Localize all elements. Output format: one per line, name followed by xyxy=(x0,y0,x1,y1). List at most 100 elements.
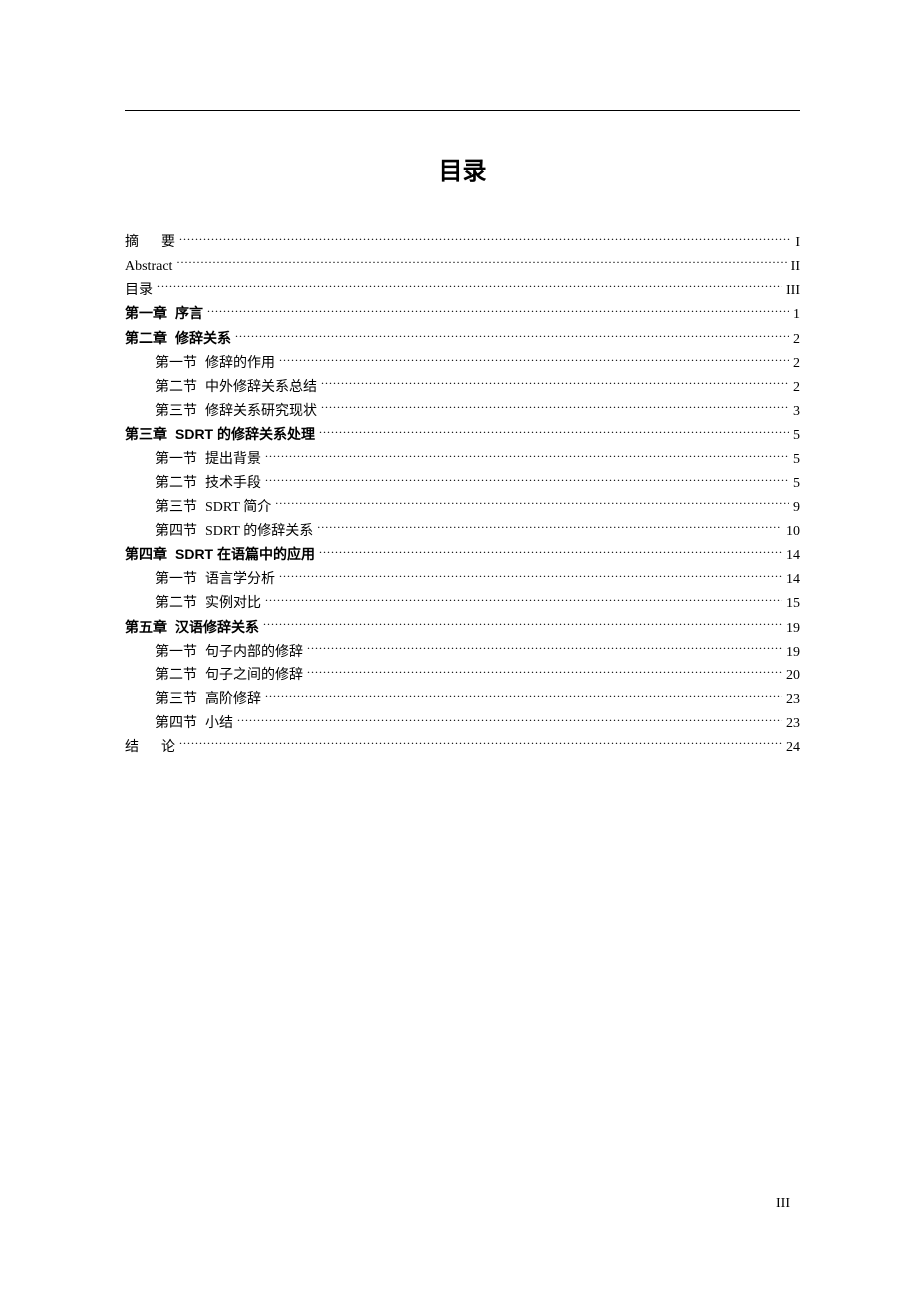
toc-entry: 第二节句子之间的修辞 20 xyxy=(125,664,800,688)
toc-entry-text: 论 xyxy=(161,736,175,760)
toc-entry-label: 第二章 xyxy=(125,327,167,351)
toc-leader-dots xyxy=(263,618,782,632)
toc-entry-page: 2 xyxy=(793,376,800,400)
toc-entry-label: 第一节 xyxy=(155,641,197,665)
toc-leader-dots xyxy=(307,642,782,656)
toc-entry-page: 23 xyxy=(786,712,800,736)
toc-leader-dots xyxy=(321,401,789,415)
toc-entry-page: 2 xyxy=(793,352,800,376)
toc-entry: 第四节SDRT 的修辞关系10 xyxy=(125,520,800,544)
toc-entry-label: 第四章 xyxy=(125,543,167,567)
toc-entry-label: 第二节 xyxy=(155,472,197,496)
toc-entry-text: 高阶修辞 xyxy=(205,688,261,712)
toc-entry-text: 序言 xyxy=(175,302,203,326)
toc-entry-text: 小结 xyxy=(205,712,233,736)
toc-entry-label: 第一节 xyxy=(155,568,197,592)
toc-leader-dots xyxy=(265,689,782,703)
document-page: 目录 摘要IAbstractII目录III第一章序言1第二章修辞关系2第一节修辞… xyxy=(0,0,920,820)
toc-entry-text: SDRT 简介 xyxy=(205,496,271,520)
toc-entry-text: 修辞的作用 xyxy=(205,352,275,376)
toc-entry-text: 中外修辞关系总结 xyxy=(205,376,317,400)
toc-leader-dots xyxy=(265,473,789,487)
toc-entry-page: 19 xyxy=(786,617,800,641)
toc-leader-dots xyxy=(237,713,782,727)
toc-entry: 第一章序言1 xyxy=(125,302,800,327)
toc-entry-page: 5 xyxy=(793,472,800,496)
toc-entry-label: 摘 xyxy=(125,231,153,255)
toc-entry-text: 句子内部的修辞 xyxy=(205,641,303,665)
toc-leader-dots xyxy=(317,521,782,535)
toc-entry-page: 20 xyxy=(786,664,800,688)
toc-entry-text: SDRT 的修辞关系 xyxy=(205,520,313,544)
toc-entry-label: 第二节 xyxy=(155,664,197,688)
toc-entry-text: 实例对比 xyxy=(205,592,261,616)
toc-leader-dots xyxy=(265,449,789,463)
toc-entry-label: 第三章 xyxy=(125,423,167,447)
toc-entry-page: 5 xyxy=(793,448,800,472)
toc-leader-dots xyxy=(179,232,791,246)
toc-entry-page: I xyxy=(795,231,800,255)
toc-leader-dots xyxy=(319,545,782,559)
toc-entry: 第二节中外修辞关系总结2 xyxy=(125,376,800,400)
toc-entry-page: 24 xyxy=(786,736,800,760)
toc-leader-dots xyxy=(275,497,789,511)
toc-entry-text: SDRT 的修辞关系处理 xyxy=(175,423,315,447)
toc-entry-text: 修辞关系 xyxy=(175,327,231,351)
toc-leader-dots xyxy=(321,377,789,391)
toc-entry-page: 1 xyxy=(793,303,800,327)
toc-entry: 摘要I xyxy=(125,231,800,255)
toc-entry-page: 10 xyxy=(786,520,800,544)
toc-entry: 第四节小结 23 xyxy=(125,712,800,736)
toc-entry-label: 第三节 xyxy=(155,496,197,520)
toc-entry-label: 第一节 xyxy=(155,448,197,472)
toc-entry: 第二节实例对比 15 xyxy=(125,592,800,616)
toc-entry-text: 修辞关系研究现状 xyxy=(205,400,317,424)
toc-leader-dots xyxy=(157,280,782,294)
toc-entry-text: 句子之间的修辞 xyxy=(205,664,303,688)
toc-entry-page: 3 xyxy=(793,400,800,424)
toc-entry: 第一节句子内部的修辞 19 xyxy=(125,641,800,665)
toc-entry-text: 提出背景 xyxy=(205,448,261,472)
toc-entry-page: 19 xyxy=(786,641,800,665)
toc-entry-page: III xyxy=(786,279,800,303)
toc-entry-label: 第三节 xyxy=(155,688,197,712)
toc-entry-page: 2 xyxy=(793,328,800,352)
toc-list: 摘要IAbstractII目录III第一章序言1第二章修辞关系2第一节修辞的作用… xyxy=(125,231,800,760)
toc-entry: 第一节语言学分析14 xyxy=(125,568,800,592)
toc-entry: 第五章汉语修辞关系19 xyxy=(125,616,800,641)
toc-entry: 目录 III xyxy=(125,279,800,303)
toc-entry-label: 第三节 xyxy=(155,400,197,424)
toc-leader-dots xyxy=(235,329,789,343)
toc-leader-dots xyxy=(207,304,789,318)
toc-entry-page: 5 xyxy=(793,424,800,448)
toc-entry: 第一节修辞的作用 2 xyxy=(125,352,800,376)
toc-entry: AbstractII xyxy=(125,255,800,279)
toc-entry-label: 第二节 xyxy=(155,592,197,616)
toc-leader-dots xyxy=(179,737,782,751)
toc-leader-dots xyxy=(279,353,789,367)
toc-entry: 结论 24 xyxy=(125,736,800,760)
toc-entry: 第二节技术手段 5 xyxy=(125,472,800,496)
toc-entry-text: 技术手段 xyxy=(205,472,261,496)
toc-entry: 第三节高阶修辞 23 xyxy=(125,688,800,712)
toc-entry-label: 目录 xyxy=(125,279,153,303)
toc-entry-label: 结 xyxy=(125,736,153,760)
toc-entry-page: II xyxy=(791,255,800,279)
toc-entry: 第三章 SDRT 的修辞关系处理 5 xyxy=(125,423,800,448)
toc-entry: 第三节修辞关系研究现状 3 xyxy=(125,400,800,424)
toc-entry: 第二章修辞关系 2 xyxy=(125,327,800,352)
toc-entry-page: 15 xyxy=(786,592,800,616)
toc-leader-dots xyxy=(319,425,789,439)
toc-entry-label: 第五章 xyxy=(125,616,167,640)
toc-leader-dots xyxy=(176,256,786,270)
top-divider xyxy=(125,110,800,111)
toc-entry: 第四章SDRT 在语篇中的应用14 xyxy=(125,543,800,568)
toc-entry-page: 14 xyxy=(786,568,800,592)
toc-entry-page: 23 xyxy=(786,688,800,712)
toc-leader-dots xyxy=(265,593,782,607)
toc-leader-dots xyxy=(279,569,782,583)
toc-title: 目录 xyxy=(125,151,800,186)
toc-entry-label: 第一节 xyxy=(155,352,197,376)
toc-entry-label: 第四节 xyxy=(155,712,197,736)
toc-entry-text: SDRT 在语篇中的应用 xyxy=(175,543,315,567)
